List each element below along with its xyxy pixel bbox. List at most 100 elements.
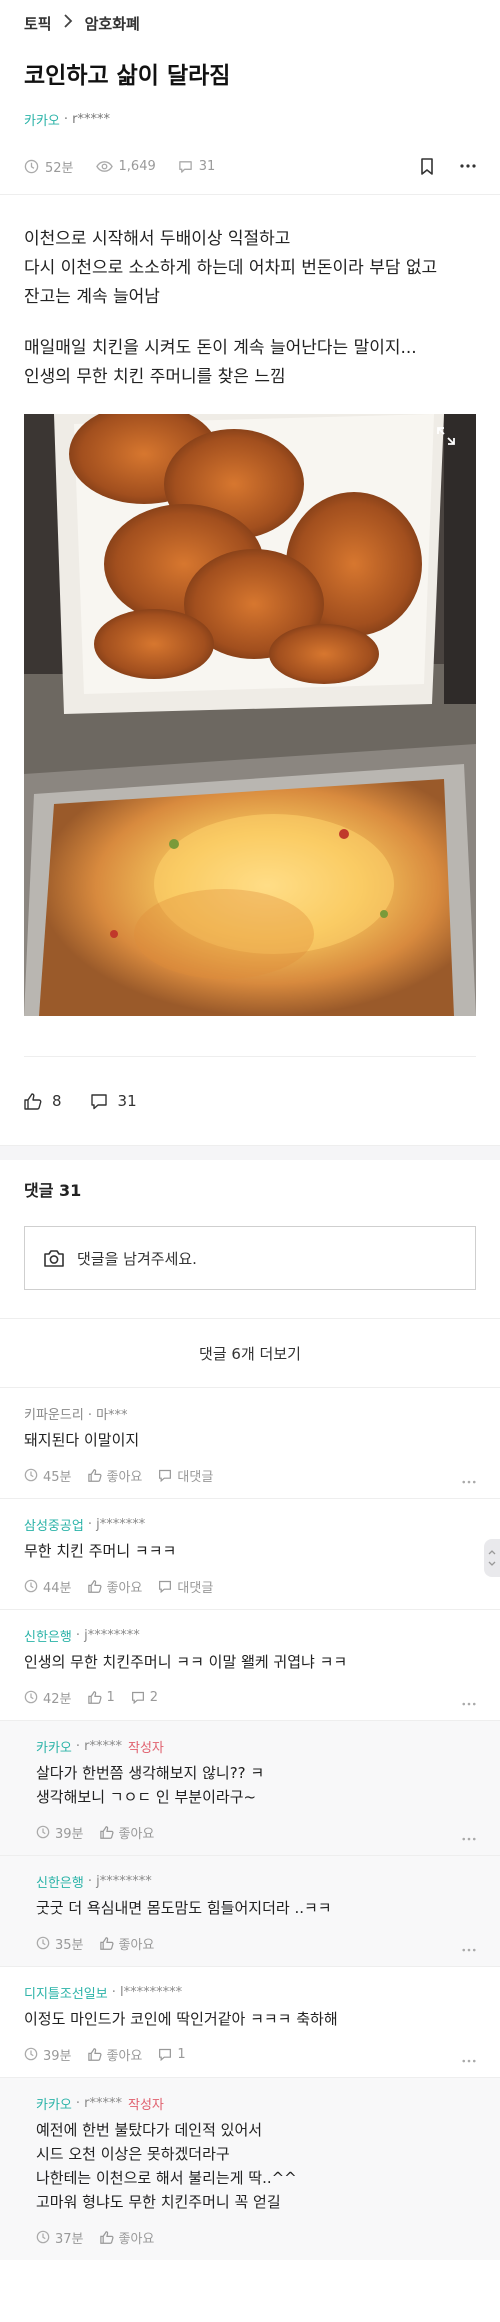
comment-like-button[interactable]: 좋아요	[87, 1577, 142, 1596]
eye-icon	[95, 160, 113, 172]
breadcrumb-category-link[interactable]: 암호화폐	[85, 13, 140, 34]
comment-reply-button[interactable]: 1	[158, 2047, 186, 2062]
food-photo	[24, 414, 476, 1016]
comment-like-button[interactable]: 좋아요	[99, 1934, 154, 1953]
comment-company[interactable]: 신한은행	[36, 1872, 84, 1891]
bookmark-icon[interactable]	[420, 157, 434, 175]
post-time: 52분	[24, 157, 74, 176]
comment-time: 42분	[24, 1688, 72, 1707]
comment-icon	[159, 2048, 172, 2061]
clock-icon	[36, 1825, 50, 1839]
comment-reply-button[interactable]: 대댓글	[158, 1577, 213, 1596]
reply-item: 신한은행 · j******** 굿굿 더 욕심내면 몸도맘도 힘들어지더라 ..…	[0, 1856, 500, 1967]
like-button[interactable]: 8	[24, 1092, 62, 1110]
comment-item: 신한은행 · j******** 인생의 무한 치킨주머니 ㅋㅋ 이말 왤케 귀엽…	[0, 1610, 500, 1721]
comment-like-button[interactable]: 좋아요	[99, 2228, 154, 2247]
writer-badge: 작성자	[128, 2097, 164, 2113]
load-more-comments-button[interactable]: 댓글 6개 더보기	[0, 1318, 500, 1388]
comment-company[interactable]: 카카오	[36, 1737, 72, 1756]
comment-company[interactable]: 키파운드리	[24, 1404, 84, 1423]
comment-item: 디지틀조선일보 · l********* 이정도 마인드가 코인에 딱인거같아 ㅋ…	[0, 1967, 500, 2078]
post-image[interactable]	[24, 414, 476, 1016]
comments-header: 댓글 31	[24, 1181, 82, 1200]
post-views: 1,649	[95, 159, 156, 174]
comment-text: 돼지된다 이말이지	[24, 1431, 140, 1449]
more-options-icon[interactable]	[462, 1480, 476, 1484]
comment-nick: · j********	[87, 1873, 152, 1889]
comment-time: 39분	[36, 1823, 84, 1842]
comment-input[interactable]: 댓글을 남겨주세요.	[24, 1226, 476, 1290]
chevron-right-icon	[63, 14, 73, 32]
thumbs-up-icon	[87, 1468, 102, 1482]
comment-icon	[131, 1691, 144, 1704]
post-paragraph: 매일매일 치킨을 시켜도 돈이 계속 늘어난다는 말이지... 인생의 무한 치…	[24, 338, 417, 387]
page: 토픽 암호화폐 코인하고 삶이 달라짐 카카오 · r***** 52분 1,6…	[0, 0, 500, 2260]
thumbs-up-icon	[99, 1825, 114, 1839]
post-paragraph: 이천으로 시작해서 두배이상 익절하고 다시 이천으로 소소하게 하는데 어차피…	[24, 229, 438, 307]
comment-company[interactable]: 디지틀조선일보	[24, 1983, 108, 2002]
comment-text: 살다가 한번쯤 생각해보지 않니?? ㅋ 생각해보니 ㄱㅇㄷ 인 부분이라구~	[36, 1764, 265, 1806]
comment-icon	[178, 160, 192, 173]
comment-time: 44분	[24, 1577, 72, 1596]
comment-like-button[interactable]: 1	[87, 1690, 115, 1705]
comment-icon	[90, 1093, 107, 1109]
comment-like-button[interactable]: 좋아요	[87, 2045, 142, 2064]
comment-nick: · r*****	[75, 2095, 123, 2111]
more-options-icon[interactable]	[462, 1837, 476, 1841]
comment-text: 예전에 한번 불탔다가 데인적 있어서 시드 오천 이상은 못하겠더라구 나한테…	[36, 2121, 297, 2211]
comment-company[interactable]: 신한은행	[24, 1626, 72, 1645]
author-nick: · r*****	[63, 111, 111, 127]
comment-text: 굿굿 더 욕심내면 몸도맘도 힘들어지더라 ..ㅋㅋ	[36, 1899, 332, 1917]
post-meta: 52분 1,649 31	[0, 138, 500, 195]
thumbs-up-icon	[99, 2230, 114, 2244]
thumbs-up-icon	[87, 1690, 102, 1704]
comment-nick: · j********	[75, 1627, 140, 1643]
clock-icon	[36, 2230, 50, 2244]
author-company: 카카오	[24, 113, 60, 129]
comment-text: 이정도 마인드가 코인에 딱인거같아 ㅋㅋㅋ 축하해	[24, 2010, 338, 2028]
section-divider	[0, 1145, 500, 1160]
clock-icon	[24, 159, 39, 173]
thumbs-up-icon	[99, 1936, 114, 1950]
more-options-icon[interactable]	[462, 2059, 476, 2063]
more-options-icon[interactable]	[462, 1702, 476, 1706]
thumbs-up-icon	[87, 1579, 102, 1593]
comment-reply-button[interactable]: 2	[131, 1690, 158, 1705]
breadcrumb-topic-link[interactable]: 토픽	[24, 13, 52, 34]
comment-nick: · 마***	[87, 1407, 128, 1423]
comment-item: 키파운드리 · 마*** 돼지된다 이말이지 45분 좋아요 대댓글	[0, 1388, 500, 1499]
comment-like-button[interactable]: 좋아요	[87, 1466, 142, 1485]
comment-icon	[159, 1469, 172, 1482]
scroll-handle[interactable]	[484, 1539, 500, 1577]
comment-button[interactable]: 31	[90, 1092, 137, 1110]
thumbs-up-icon	[87, 2047, 102, 2061]
comment-item: 삼성중공업 · j******* 무한 치킨 주머니 ㅋㅋㅋ 44분 좋아요 대댓…	[0, 1499, 500, 1610]
clock-icon	[24, 2047, 38, 2061]
more-options-icon[interactable]	[462, 1948, 476, 1952]
comment-nick: · j*******	[87, 1516, 146, 1532]
reply-item: 카카오 · r***** 작성자 살다가 한번쯤 생각해보지 않니?? ㅋ 생각해보…	[0, 1721, 500, 1856]
comment-like-button[interactable]: 좋아요	[99, 1823, 154, 1842]
clock-icon	[24, 1468, 38, 1482]
post-title: 코인하고 삶이 달라짐	[24, 63, 231, 89]
post-reactions: 8 31	[24, 1056, 476, 1145]
breadcrumb: 토픽 암호화폐	[0, 0, 500, 46]
comment-company[interactable]: 삼성중공업	[24, 1515, 84, 1534]
comment-company[interactable]: 카카오	[36, 2094, 72, 2113]
comment-text: 무한 치킨 주머니 ㅋㅋㅋ	[24, 1542, 177, 1560]
writer-badge: 작성자	[128, 1740, 164, 1756]
post-author[interactable]: 카카오 · r*****	[0, 100, 500, 138]
post-body: 이천으로 시작해서 두배이상 익절하고 다시 이천으로 소소하게 하는데 어차피…	[0, 195, 500, 392]
post-comment-count: 31	[178, 159, 215, 174]
reply-item: 카카오 · r***** 작성자 예전에 한번 불탔다가 데인적 있어서 시드 오천…	[0, 2078, 500, 2260]
comment-time: 37분	[36, 2228, 84, 2247]
clock-icon	[24, 1579, 38, 1593]
chevron-updown-icon	[488, 1550, 496, 1566]
comment-reply-button[interactable]: 대댓글	[158, 1466, 213, 1485]
comment-nick: · l*********	[111, 1984, 183, 2000]
camera-icon[interactable]	[43, 1249, 65, 1268]
clock-icon	[36, 1936, 50, 1950]
more-options-icon[interactable]	[460, 164, 476, 168]
thumbs-up-icon	[24, 1092, 42, 1110]
comment-time: 45분	[24, 1466, 72, 1485]
